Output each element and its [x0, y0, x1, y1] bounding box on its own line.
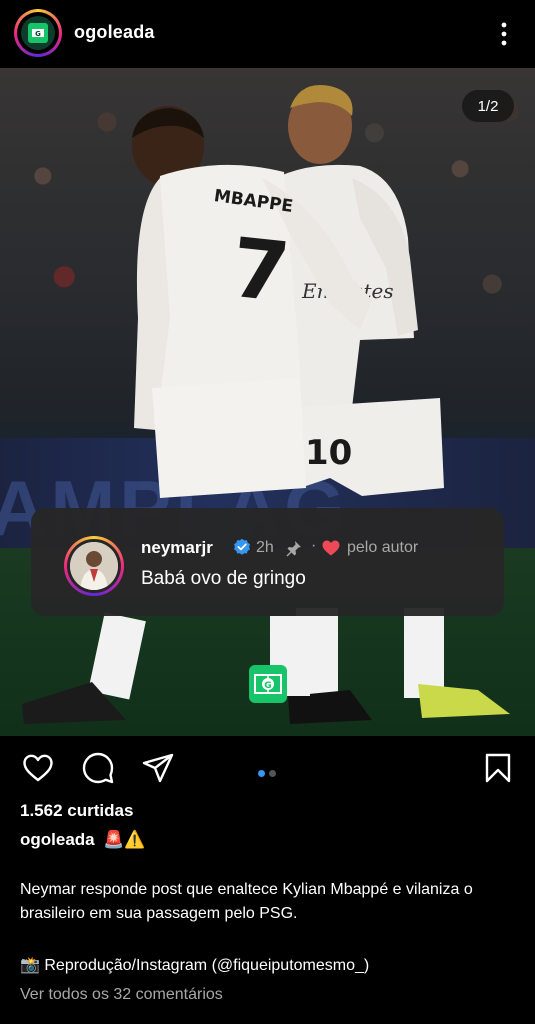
post-header: G ogoleada: [0, 0, 535, 68]
comment-text: Babá ovo de gringo: [141, 568, 306, 589]
goleada-logo-icon: G: [21, 16, 55, 50]
view-all-comments-link[interactable]: Ver todos os 32 comentários: [20, 986, 223, 1004]
comment-author-label: pelo autor: [347, 539, 419, 556]
likes-count[interactable]: 1.562 curtidas: [20, 801, 133, 821]
send-icon[interactable]: [142, 752, 174, 784]
comment-separator: ·: [311, 537, 317, 554]
goleada-watermark-icon: G: [249, 665, 287, 703]
header-username[interactable]: ogoleada: [74, 22, 155, 43]
caption-username[interactable]: ogoleada: [20, 830, 95, 850]
action-bar: [0, 736, 535, 796]
svg-text:G: G: [264, 681, 271, 691]
comment-icon[interactable]: [82, 752, 114, 784]
post-image[interactable]: AMPI AG 10 Emirates MBAPPE 7: [0, 68, 535, 736]
jersey-number-right: 10: [305, 433, 352, 473]
heart-outline-icon[interactable]: [22, 752, 54, 784]
caption-body: Neymar responde post que enaltece Kylian…: [20, 881, 473, 922]
svg-text:G: G: [35, 30, 41, 38]
carousel-counter: 1/2: [462, 90, 514, 122]
heart-filled-icon: [322, 540, 340, 556]
caption-emoji: 🚨⚠️: [103, 830, 146, 849]
carousel-dot-active: [258, 770, 265, 777]
pinned-comment-overlay[interactable]: neymarjr 2h · pelo autor Babá ovo de gri…: [31, 508, 504, 616]
comment-avatar[interactable]: [64, 536, 124, 596]
bookmark-icon[interactable]: [482, 752, 514, 784]
comment-username[interactable]: neymarjr: [141, 538, 213, 558]
carousel-dots: [258, 764, 280, 782]
comment-avatar-photo: [70, 542, 118, 590]
carousel-dot: [269, 770, 276, 777]
pin-icon: [286, 541, 301, 557]
comment-time: 2h: [256, 539, 274, 556]
profile-avatar[interactable]: G: [14, 9, 62, 57]
verified-badge-icon: [234, 538, 250, 555]
more-vertical-icon[interactable]: [494, 20, 514, 48]
players-illustration: 10 Emirates MBAPPE 7: [22, 84, 510, 724]
jersey-number-left: 7: [227, 221, 294, 321]
photo-credit: 📸 Reprodução/Instagram (@fiqueiputomesmo…: [20, 957, 370, 974]
